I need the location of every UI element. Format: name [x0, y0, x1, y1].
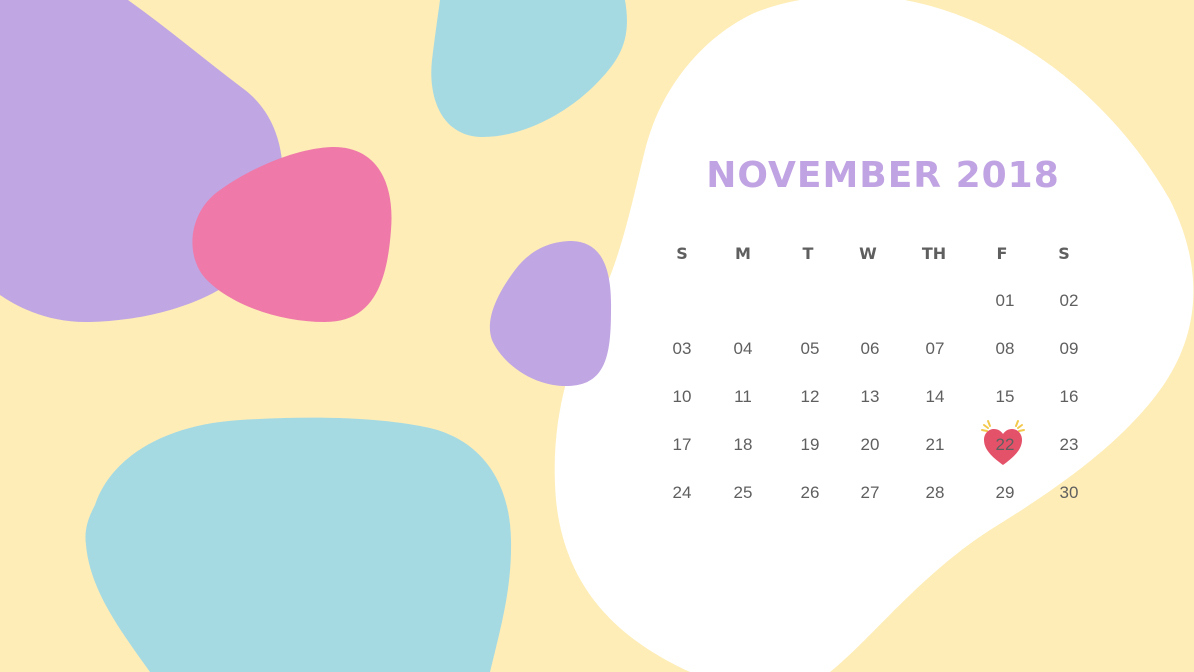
- calendar-day: 21: [925, 435, 945, 454]
- calendar-day: 02: [1059, 291, 1079, 310]
- calendar-day: 16: [1059, 387, 1079, 406]
- purple-blob-small: [489, 241, 612, 387]
- calendar-day: 24: [672, 483, 692, 502]
- background-blobs: [0, 0, 1194, 672]
- calendar-day: 01: [995, 291, 1015, 310]
- calendar-day: 15: [995, 387, 1015, 406]
- calendar-day: 08: [995, 339, 1015, 358]
- calendar-day: 28: [925, 483, 945, 502]
- blue-blob-bottom: [85, 417, 512, 672]
- weekday-label: TH: [921, 244, 947, 263]
- calendar-day: 30: [1059, 483, 1079, 502]
- calendar-wallpaper: NOVEMBER 2018 S M T W TH F S 01 02 03 04 05 0…: [0, 0, 1194, 672]
- calendar-day: 04: [733, 339, 753, 358]
- calendar-day: 20: [860, 435, 880, 454]
- weekday-label: W: [859, 244, 877, 263]
- weekday-label: F: [996, 244, 1008, 263]
- calendar-day: 25: [733, 483, 753, 502]
- white-blob: [554, 0, 1194, 672]
- calendar-day: 09: [1059, 339, 1079, 358]
- weekday-label: T: [802, 244, 814, 263]
- weekday-label: S: [676, 244, 688, 263]
- blue-blob-top: [431, 0, 627, 138]
- calendar-day: 13: [860, 387, 880, 406]
- calendar-day: 14: [925, 387, 945, 406]
- calendar-day: 27: [860, 483, 880, 502]
- calendar-day: 10: [672, 387, 692, 406]
- calendar-day: 11: [734, 387, 752, 406]
- calendar-title: NOVEMBER 2018: [706, 155, 1060, 196]
- calendar-day: 06: [860, 339, 880, 358]
- weekday-label: S: [1058, 244, 1070, 263]
- calendar-day: 29: [995, 483, 1015, 502]
- calendar-day: 18: [733, 435, 753, 454]
- weekday-label: M: [735, 244, 751, 263]
- calendar-day-highlighted: 22: [995, 435, 1015, 454]
- calendar-day: 03: [672, 339, 692, 358]
- calendar-day: 12: [800, 387, 820, 406]
- calendar-day: 17: [672, 435, 692, 454]
- calendar-day: 19: [800, 435, 820, 454]
- calendar-day: 07: [925, 339, 945, 358]
- calendar-day: 05: [800, 339, 820, 358]
- calendar-day: 26: [800, 483, 820, 502]
- calendar-day: 23: [1059, 435, 1079, 454]
